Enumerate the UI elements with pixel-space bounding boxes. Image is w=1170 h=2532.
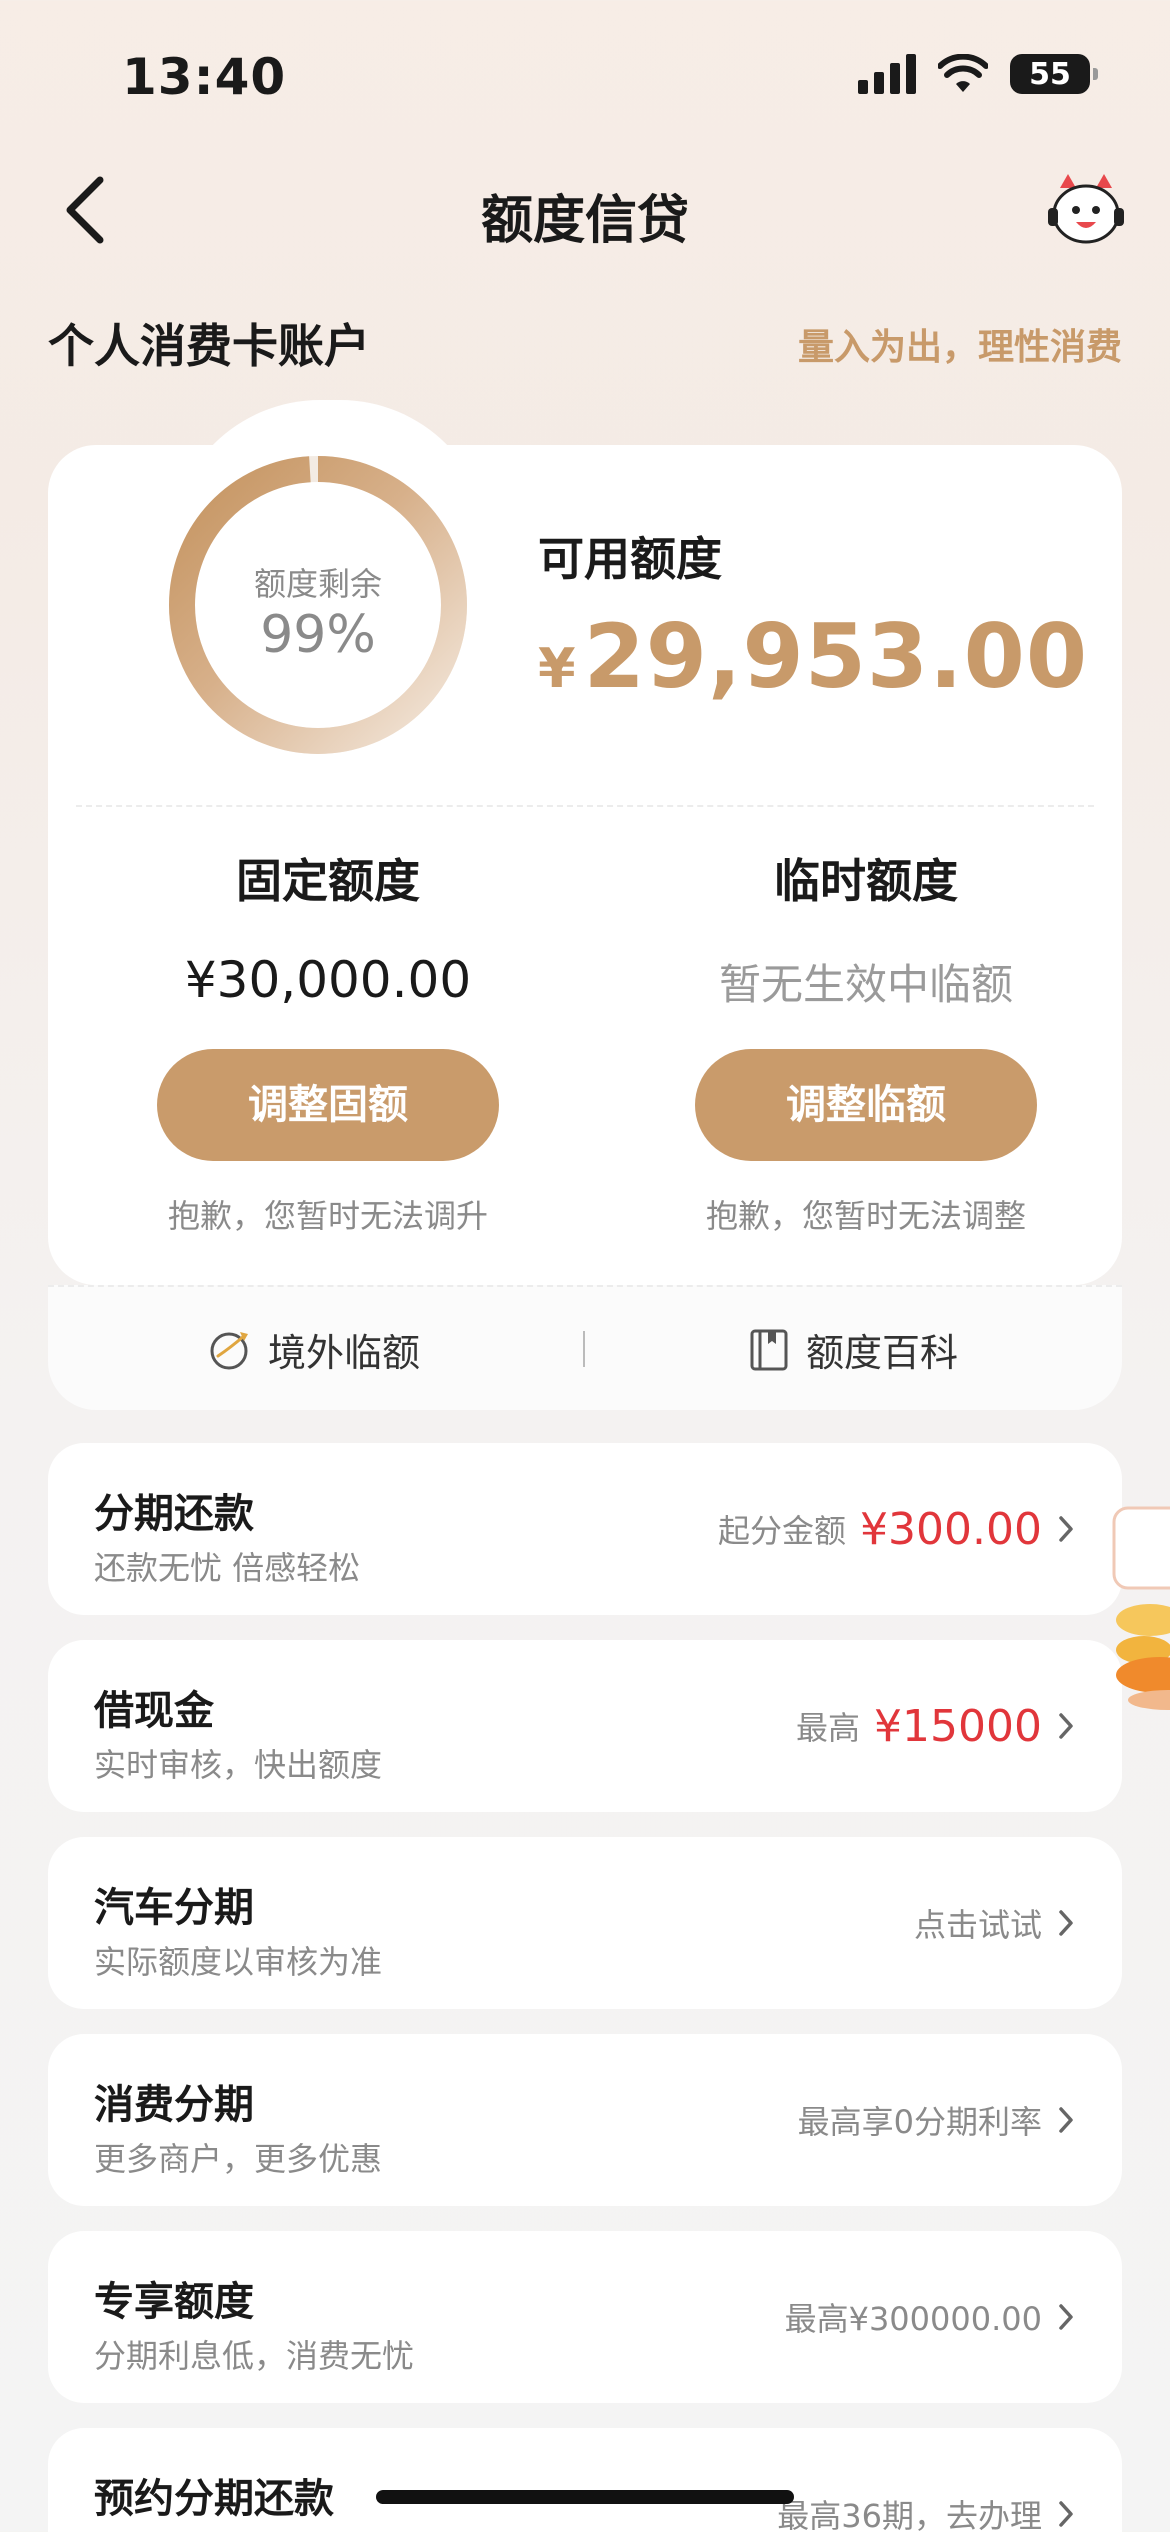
chevron-right-icon — [1059, 1910, 1073, 1936]
scheduled-installment-row[interactable]: 预约分期还款 最高36期，去办理 — [48, 2428, 1122, 2532]
status-bar: 13:40 55 — [0, 0, 1170, 140]
row-subtitle: 实时审核，快出额度 — [94, 1746, 383, 1784]
account-section-title: 个人消费卡账户 — [48, 319, 370, 373]
adjust-temporary-credit-button[interactable]: 调整临额 — [695, 1049, 1037, 1161]
credit-encyclopedia-label: 额度百科 — [806, 1331, 959, 1375]
ring-percentage: 99% — [260, 605, 376, 665]
ring-label: 额度剩余 — [253, 565, 382, 603]
currency-symbol: ¥ — [538, 637, 576, 700]
row-subtitle: 更多商户，更多优惠 — [94, 2140, 383, 2178]
fixed-credit-title: 固定额度 — [236, 854, 420, 908]
temporary-credit-status: 暂无生效中临额 — [718, 960, 1013, 1009]
divider — [76, 805, 1094, 807]
page-title: 额度信贷 — [480, 191, 689, 251]
battery-indicator: 55 — [1010, 54, 1098, 94]
slogan-text: 量入为出，理性消费 — [797, 327, 1122, 368]
row-right: 最高享0分期利率 — [798, 2034, 1076, 2206]
chevron-right-icon — [1059, 2304, 1073, 2330]
chevron-right-icon — [1059, 2107, 1073, 2133]
book-icon — [750, 1329, 788, 1370]
row-subtitle: 还款无忧 倍感轻松 — [94, 1549, 361, 1587]
row-hint: 最高¥300000.00 — [784, 2300, 1042, 2338]
exclusive-credit-row[interactable]: 专享额度 分期利息低，消费无忧 最高¥300000.00 — [48, 2231, 1122, 2403]
status-time: 13:40 — [122, 48, 287, 106]
shortcut-bar: 境外临额 额度百科 — [48, 1285, 1122, 1410]
globe-plane-icon — [210, 1331, 248, 1369]
remaining-ring: 额度剩余 99% — [168, 455, 468, 755]
signal-icon — [858, 54, 916, 94]
auto-installment-row[interactable]: 汽车分期 实际额度以审核为准 点击试试 — [48, 1837, 1122, 2009]
row-hint: 点击试试 — [913, 1906, 1042, 1944]
row-right: 起分金额 ¥300.00 — [718, 1443, 1076, 1615]
temporary-credit-title: 临时额度 — [774, 854, 958, 908]
installment-repayment-row[interactable]: 分期还款 还款无忧 倍感轻松 起分金额 ¥300.00 — [48, 1443, 1122, 1615]
shortcut-divider — [583, 1331, 585, 1367]
fixed-credit-amount: ¥30,000.00 — [184, 951, 472, 1009]
temporary-credit-column: 临时额度 暂无生效中临额 调整临额 抱歉，您暂时无法调整 — [646, 845, 1086, 1237]
row-subtitle: 分期利息低，消费无忧 — [94, 2337, 415, 2375]
available-credit-label: 可用额度 — [538, 532, 722, 586]
row-hint: 最高 — [796, 1709, 861, 1747]
quota-card: 额度剩余 99% 可用额度 ¥ 29,953.00 固定额度 ¥30,000.0… — [48, 445, 1122, 1285]
row-price: ¥300.00 — [860, 1503, 1042, 1555]
row-right: 点击试试 — [914, 1837, 1076, 2009]
row-title: 分期还款 — [94, 1491, 254, 1537]
nav-bar: 额度信贷 — [0, 160, 1170, 260]
row-title: 预约分期还款 — [94, 2476, 334, 2522]
chevron-right-icon — [1059, 1713, 1073, 1739]
mascot-assistant-button[interactable] — [1046, 170, 1126, 250]
cash-loan-row[interactable]: 借现金 实时审核，快出额度 最高 ¥15000 — [48, 1640, 1122, 1812]
available-credit-amount: ¥ 29,953.00 — [538, 605, 1088, 708]
row-price: ¥15000 — [874, 1700, 1042, 1752]
row-title: 汽车分期 — [94, 1885, 254, 1931]
row-right: 最高36期，去办理 — [777, 2428, 1076, 2532]
fixed-credit-column: 固定额度 ¥30,000.00 调整固额 抱歉，您暂时无法调升 — [108, 845, 548, 1237]
consumer-installment-row[interactable]: 消费分期 更多商户，更多优惠 最高享0分期利率 — [48, 2034, 1122, 2206]
chevron-right-icon — [1059, 2501, 1073, 2527]
wifi-icon — [938, 54, 988, 92]
mascot-icon — [1048, 174, 1124, 244]
row-subtitle: 实际额度以审核为准 — [94, 1943, 383, 1981]
overseas-temp-credit-label: 境外临额 — [268, 1331, 421, 1375]
row-hint: 最高36期，去办理 — [777, 2497, 1042, 2532]
row-right: 最高 ¥15000 — [796, 1640, 1076, 1812]
row-title: 消费分期 — [94, 2082, 254, 2128]
fixed-credit-note: 抱歉，您暂时无法调升 — [167, 1197, 488, 1235]
row-title: 借现金 — [94, 1688, 214, 1734]
credit-encyclopedia-link[interactable]: 额度百科 — [748, 1287, 958, 1412]
row-hint: 最高享0分期利率 — [797, 2103, 1042, 2141]
home-indicator — [376, 2490, 794, 2504]
status-icons: 55 — [858, 54, 1098, 94]
adjust-fixed-credit-button[interactable]: 调整固额 — [157, 1049, 499, 1161]
chevron-right-icon — [1059, 1516, 1073, 1542]
available-credit-value: 29,953.00 — [583, 605, 1089, 708]
overseas-temp-credit-link[interactable]: 境外临额 — [208, 1287, 420, 1412]
temporary-credit-note: 抱歉，您暂时无法调整 — [705, 1197, 1026, 1235]
row-hint: 起分金额 — [718, 1512, 847, 1550]
row-right: 最高¥300000.00 — [785, 2231, 1076, 2403]
gift-coin-icon — [1112, 1506, 1170, 1710]
floating-promo-widget[interactable] — [1100, 1500, 1170, 1730]
row-title: 专享额度 — [94, 2279, 254, 2325]
